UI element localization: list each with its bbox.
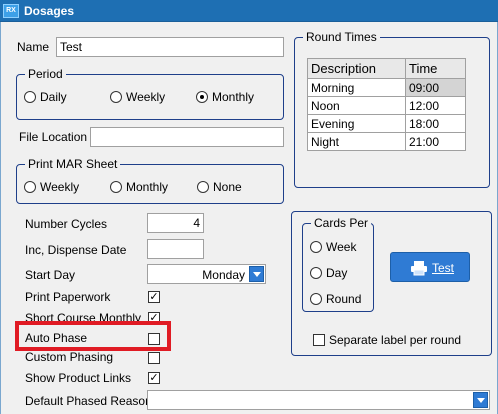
name-label: Name	[17, 40, 50, 54]
auto-phase-label: Auto Phase	[25, 331, 88, 345]
table-cell[interactable]: Morning	[307, 78, 406, 97]
table-cell[interactable]: 12:00	[405, 96, 466, 115]
table-row[interactable]: Noon 12:00	[307, 96, 466, 115]
mar-monthly-label: Monthly	[126, 180, 169, 194]
printer-icon	[411, 261, 427, 276]
cards-round-radio[interactable]	[310, 293, 322, 305]
period-monthly-radio[interactable]	[196, 91, 208, 103]
default-phased-reason-select[interactable]	[147, 390, 490, 410]
table-cell[interactable]: 18:00	[405, 114, 466, 133]
period-daily-radio[interactable]	[24, 91, 36, 103]
mar-monthly-radio[interactable]	[110, 181, 122, 193]
cards-round-label: Round	[326, 292, 362, 306]
cards-per-legend: Cards Per	[311, 216, 372, 230]
period-daily-label: Daily	[40, 90, 67, 104]
mar-none-radio[interactable]	[197, 181, 209, 193]
start-day-value: Monday	[202, 268, 245, 282]
print-paperwork-checkbox[interactable]	[148, 291, 160, 303]
period-monthly-label: Monthly	[212, 90, 255, 104]
table-header-row: Description Time	[307, 58, 466, 79]
file-location-label: File Location	[19, 130, 88, 144]
chevron-down-icon[interactable]	[473, 392, 488, 408]
cards-week-radio[interactable]	[310, 241, 322, 253]
window-title: Dosages	[24, 4, 75, 18]
chevron-down-icon[interactable]	[249, 266, 264, 282]
round-times-legend: Round Times	[303, 30, 380, 44]
inc-dispense-label: Inc, Dispense Date	[25, 243, 127, 257]
period-weekly-label: Weekly	[126, 90, 166, 104]
table-row[interactable]: Evening 18:00	[307, 114, 466, 133]
custom-phasing-checkbox[interactable]	[148, 352, 160, 364]
cards-day-label: Day	[326, 266, 348, 280]
test-button[interactable]: Test	[390, 252, 470, 282]
table-cell[interactable]: 09:00	[405, 78, 466, 97]
table-cell[interactable]: Noon	[307, 96, 406, 115]
name-input[interactable]: Test	[56, 37, 284, 57]
number-cycles-label: Number Cycles	[25, 217, 108, 231]
table-row[interactable]: Morning 09:00	[307, 78, 466, 97]
test-button-label: Test	[432, 261, 455, 275]
default-phased-reason-label: Default Phased Reason	[25, 394, 152, 408]
period-weekly-radio[interactable]	[110, 91, 122, 103]
column-header-description[interactable]: Description	[307, 58, 406, 79]
separate-label-label: Separate label per round	[329, 333, 462, 347]
table-cell[interactable]: Night	[307, 132, 406, 151]
number-cycles-input[interactable]: 4	[147, 213, 204, 233]
table-row[interactable]: Night 21:00	[307, 132, 466, 151]
app-icon: RX	[3, 4, 19, 18]
show-product-links-label: Show Product Links	[25, 371, 132, 385]
round-times-table[interactable]: Description Time Morning 09:00 Noon 12:0…	[307, 58, 466, 151]
mar-none-label: None	[213, 180, 242, 194]
period-legend: Period	[25, 67, 66, 81]
cards-day-radio[interactable]	[310, 267, 322, 279]
cards-week-label: Week	[326, 240, 357, 254]
file-location-input[interactable]	[90, 127, 284, 147]
show-product-links-checkbox[interactable]	[148, 372, 160, 384]
inc-dispense-input[interactable]	[147, 239, 204, 259]
column-header-time[interactable]: Time	[405, 58, 466, 79]
start-day-select[interactable]: Monday	[147, 264, 266, 284]
mar-weekly-label: Weekly	[40, 180, 80, 194]
title-bar: RX Dosages	[0, 0, 498, 22]
separate-label-checkbox[interactable]	[313, 334, 325, 346]
table-cell[interactable]: Evening	[307, 114, 406, 133]
mar-weekly-radio[interactable]	[24, 181, 36, 193]
table-cell[interactable]: 21:00	[405, 132, 466, 151]
start-day-label: Start Day	[25, 268, 76, 282]
print-mar-legend: Print MAR Sheet	[25, 157, 121, 171]
print-paperwork-label: Print Paperwork	[25, 290, 111, 304]
auto-phase-checkbox[interactable]	[148, 333, 160, 345]
custom-phasing-label: Custom Phasing	[25, 350, 114, 364]
